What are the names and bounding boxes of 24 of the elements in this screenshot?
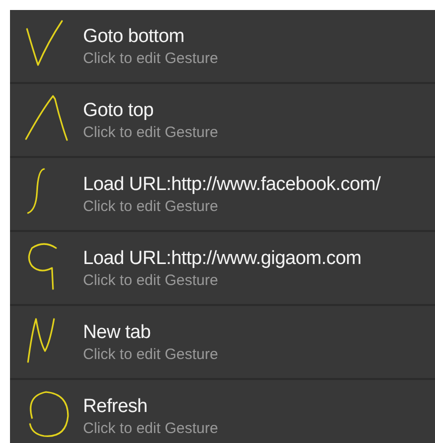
gesture-row[interactable]: Goto top Click to edit Gesture [10,84,435,158]
edit-hint: Click to edit Gesture [83,271,220,291]
gesture-row[interactable]: Load URL:http://www.facebook.com/ Click to edit Gesture [10,158,435,232]
action-title: New tab [83,321,152,345]
circle-gesture-icon [27,391,70,438]
action-title: Goto bottom [83,25,186,49]
letter-n-gesture-icon [27,318,55,363]
caret-gesture-icon [25,95,68,141]
edit-hint: Click to edit Gesture [83,197,220,217]
gesture-row[interactable]: Goto bottom Click to edit Gesture [10,10,435,84]
action-title: Goto top [83,99,154,123]
action-title: Refresh [83,395,148,419]
checkmark-gesture-icon [26,20,63,66]
action-title: Load URL:http://www.facebook.com/ [83,173,380,197]
gesture-row[interactable]: Load URL:http://www.gigaom.com Click to edit Gesture [10,232,435,306]
action-title: Load URL:http://www.gigaom.com [83,247,362,271]
gesture-row[interactable]: New tab Click to edit Gesture [10,306,435,380]
edit-hint: Click to edit Gesture [83,345,218,365]
edit-hint: Click to edit Gesture [83,123,218,143]
edit-hint: Click to edit Gesture [83,419,218,439]
curve-gesture-icon [27,168,45,214]
letter-g-gesture-icon [26,241,58,290]
edit-hint: Click to edit Gesture [83,49,218,69]
gesture-row[interactable]: Refresh Click to edit Gesture [10,380,435,443]
